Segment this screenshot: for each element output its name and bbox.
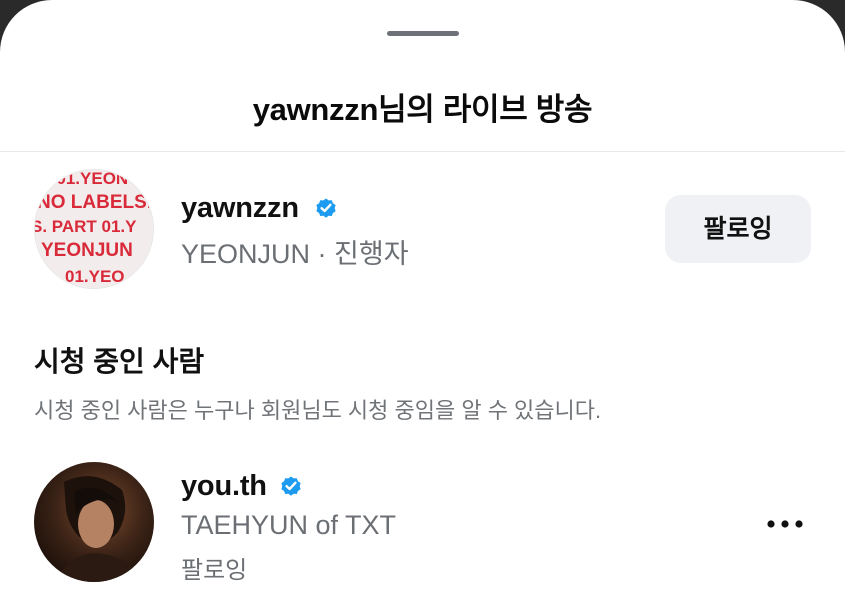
verified-badge-icon [316, 198, 336, 218]
viewers-section-description: 시청 중인 사람은 누구나 회원님도 시청 중임을 알 수 있습니다. [34, 398, 602, 423]
viewers-section-title: 시청 중인 사람 [34, 346, 205, 377]
live-viewers-sheet: yawnzzn님의 라이브 방송 RT 01.YEON NO LABELS. S… [0, 0, 845, 602]
sheet-drag-handle[interactable] [387, 31, 459, 36]
viewer-avatar[interactable] [34, 462, 154, 582]
avatar-line-4: YEONJUN [41, 240, 133, 261]
sheet-title: yawnzzn님의 라이브 방송 [252, 92, 593, 127]
avatar-line-5: 01.YEO [65, 267, 125, 286]
viewer-follow-status: 팔로잉 [181, 557, 248, 584]
following-button[interactable]: 팔로잉 [665, 195, 811, 263]
header-divider [0, 151, 845, 152]
host-avatar-image: RT 01.YEON NO LABELS. S. PART 01.Y YEONJ… [35, 170, 153, 288]
host-display-name: YEONJUN · 진행자 [181, 239, 409, 269]
avatar-line-3: S. PART 01.Y [35, 217, 137, 236]
more-options-icon[interactable] [760, 504, 810, 544]
avatar-line-2: NO LABELS. [37, 192, 152, 213]
viewer-display-name: TAEHYUN of TXT [181, 510, 397, 540]
viewer-username[interactable]: you.th [181, 470, 267, 503]
host-username[interactable]: yawnzzn [181, 192, 299, 225]
avatar-line-1: RT 01.YEON [35, 170, 128, 188]
verified-badge-icon [281, 476, 301, 496]
host-avatar[interactable]: RT 01.YEON NO LABELS. S. PART 01.Y YEONJ… [34, 169, 154, 289]
viewer-avatar-image [34, 462, 154, 582]
